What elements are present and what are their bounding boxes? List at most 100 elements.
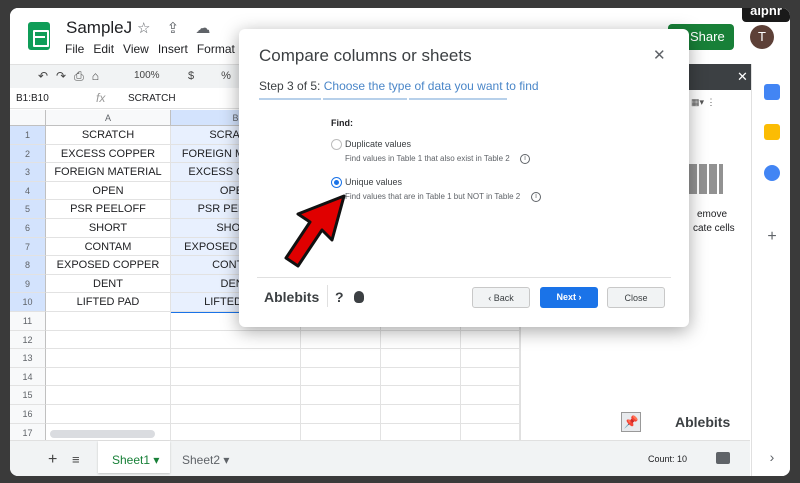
- cell[interactable]: [461, 367, 520, 387]
- cell[interactable]: [381, 405, 461, 424]
- cell[interactable]: [461, 349, 520, 368]
- help-icon[interactable]: ?: [335, 289, 344, 305]
- explore-icon[interactable]: [716, 452, 730, 464]
- row-header[interactable]: 2: [10, 144, 46, 164]
- cell[interactable]: [301, 386, 381, 405]
- row-header[interactable]: 7: [10, 237, 46, 257]
- cell-a[interactable]: [46, 405, 171, 424]
- row-header[interactable]: 12: [10, 330, 46, 350]
- cell-a[interactable]: PSR PEELOFF: [46, 200, 171, 219]
- dialog-close-icon[interactable]: ✕: [653, 46, 666, 64]
- cell-a[interactable]: [46, 312, 171, 331]
- cell-a[interactable]: SHORT: [46, 219, 171, 238]
- cell[interactable]: [301, 367, 381, 387]
- column-header-a[interactable]: A: [46, 110, 171, 126]
- row-header[interactable]: 5: [10, 200, 46, 219]
- tasks-icon[interactable]: [764, 165, 780, 181]
- unique-values-desc: Find values that are in Table 1 but NOT …: [345, 192, 521, 201]
- select-all-corner[interactable]: [10, 110, 46, 126]
- next-button[interactable]: Next ›: [540, 287, 598, 308]
- cell[interactable]: [301, 349, 381, 368]
- pin-icon[interactable]: 📌: [621, 412, 641, 432]
- cell[interactable]: [381, 367, 461, 387]
- cell[interactable]: [301, 330, 381, 350]
- keep-icon[interactable]: [764, 124, 780, 140]
- row-header[interactable]: 6: [10, 219, 46, 238]
- zoom-select[interactable]: 100%: [134, 70, 160, 81]
- all-sheets-icon[interactable]: ≡: [72, 452, 80, 467]
- cell-a[interactable]: DENT: [46, 274, 171, 294]
- calendar-icon[interactable]: [764, 84, 780, 100]
- cell-a[interactable]: LIFTED PAD: [46, 293, 171, 312]
- cell-a[interactable]: SCRATCH: [46, 126, 171, 145]
- step-progress: [259, 98, 669, 100]
- formula-input[interactable]: SCRATCH: [128, 93, 176, 104]
- cell[interactable]: [461, 405, 520, 424]
- cell-a[interactable]: [46, 386, 171, 405]
- tab-sheet2[interactable]: Sheet2 ▾: [182, 453, 229, 467]
- add-sheet-icon[interactable]: +: [48, 451, 57, 469]
- tool-label-line1[interactable]: emove: [697, 209, 727, 220]
- cell-a[interactable]: OPEN: [46, 181, 171, 201]
- menu-insert[interactable]: Insert: [158, 42, 188, 56]
- cell[interactable]: [461, 386, 520, 405]
- bug-report-icon[interactable]: [354, 291, 364, 303]
- duplicate-values-label[interactable]: Duplicate values: [345, 139, 411, 149]
- name-box[interactable]: B1:B10: [16, 93, 49, 104]
- info-icon[interactable]: i: [520, 154, 530, 164]
- remove-duplicates-tool-icon[interactable]: [689, 164, 723, 194]
- row-header[interactable]: 13: [10, 349, 46, 368]
- cell-b[interactable]: [171, 386, 301, 405]
- menu-file[interactable]: File: [65, 42, 84, 56]
- info-icon[interactable]: i: [531, 192, 541, 202]
- avatar[interactable]: T: [750, 25, 774, 49]
- panel-close-icon[interactable]: ✕: [737, 69, 748, 85]
- row-header[interactable]: 15: [10, 386, 46, 405]
- cell[interactable]: [381, 386, 461, 405]
- cell[interactable]: [301, 405, 381, 424]
- cell-a[interactable]: CONTAM: [46, 237, 171, 257]
- row-header[interactable]: 8: [10, 256, 46, 275]
- sheets-logo-icon[interactable]: [28, 22, 50, 50]
- cell-b[interactable]: [171, 405, 301, 424]
- row-header[interactable]: 3: [10, 163, 46, 182]
- cell[interactable]: [381, 349, 461, 368]
- unique-values-label[interactable]: Unique values: [345, 177, 402, 187]
- tab-sheet1[interactable]: Sheet1 ▾: [98, 441, 170, 473]
- unique-values-radio[interactable]: [331, 177, 342, 188]
- horizontal-scrollbar[interactable]: [50, 430, 155, 438]
- step-prefix: Step 3 of 5:: [259, 79, 321, 93]
- cell-a[interactable]: [46, 349, 171, 368]
- cell-b[interactable]: [171, 367, 301, 387]
- selection-count[interactable]: Count: 10: [648, 454, 687, 464]
- cell-a[interactable]: [46, 330, 171, 350]
- cell-a[interactable]: FOREIGN MATERIAL: [46, 163, 171, 182]
- row-header[interactable]: 10: [10, 293, 46, 312]
- menu-format[interactable]: Format: [197, 42, 235, 56]
- add-addon-icon[interactable]: +: [764, 229, 780, 245]
- row-header[interactable]: 14: [10, 367, 46, 387]
- tool-label-line2[interactable]: cate cells: [693, 223, 735, 234]
- expand-panel-icon[interactable]: ›: [764, 449, 780, 465]
- undo-redo-print-paint-icons[interactable]: ↶↷⎙⌂: [38, 69, 107, 84]
- row-header[interactable]: 1: [10, 126, 46, 145]
- back-button[interactable]: ‹ Back: [472, 287, 530, 308]
- cell-a[interactable]: [46, 367, 171, 387]
- doc-title[interactable]: SampleJ: [66, 18, 132, 38]
- row-header[interactable]: 4: [10, 181, 46, 201]
- row-header[interactable]: 9: [10, 274, 46, 294]
- star-move-cloud-icons[interactable]: ☆ ⇪ ☁: [137, 19, 216, 37]
- duplicate-values-radio[interactable]: [331, 139, 342, 150]
- cell[interactable]: [381, 330, 461, 350]
- cell-a[interactable]: EXPOSED COPPER: [46, 256, 171, 275]
- cell[interactable]: [461, 330, 520, 350]
- close-button[interactable]: Close: [607, 287, 665, 308]
- cell-b[interactable]: [171, 349, 301, 368]
- cell-a[interactable]: EXCESS COPPER: [46, 144, 171, 164]
- row-header[interactable]: 16: [10, 405, 46, 424]
- cell-b[interactable]: [171, 330, 301, 350]
- menu-edit[interactable]: Edit: [93, 42, 114, 56]
- menu-view[interactable]: View: [123, 42, 149, 56]
- row-header[interactable]: 11: [10, 312, 46, 331]
- panel-toolbar-icon[interactable]: ▦▾ ⋮: [691, 97, 716, 108]
